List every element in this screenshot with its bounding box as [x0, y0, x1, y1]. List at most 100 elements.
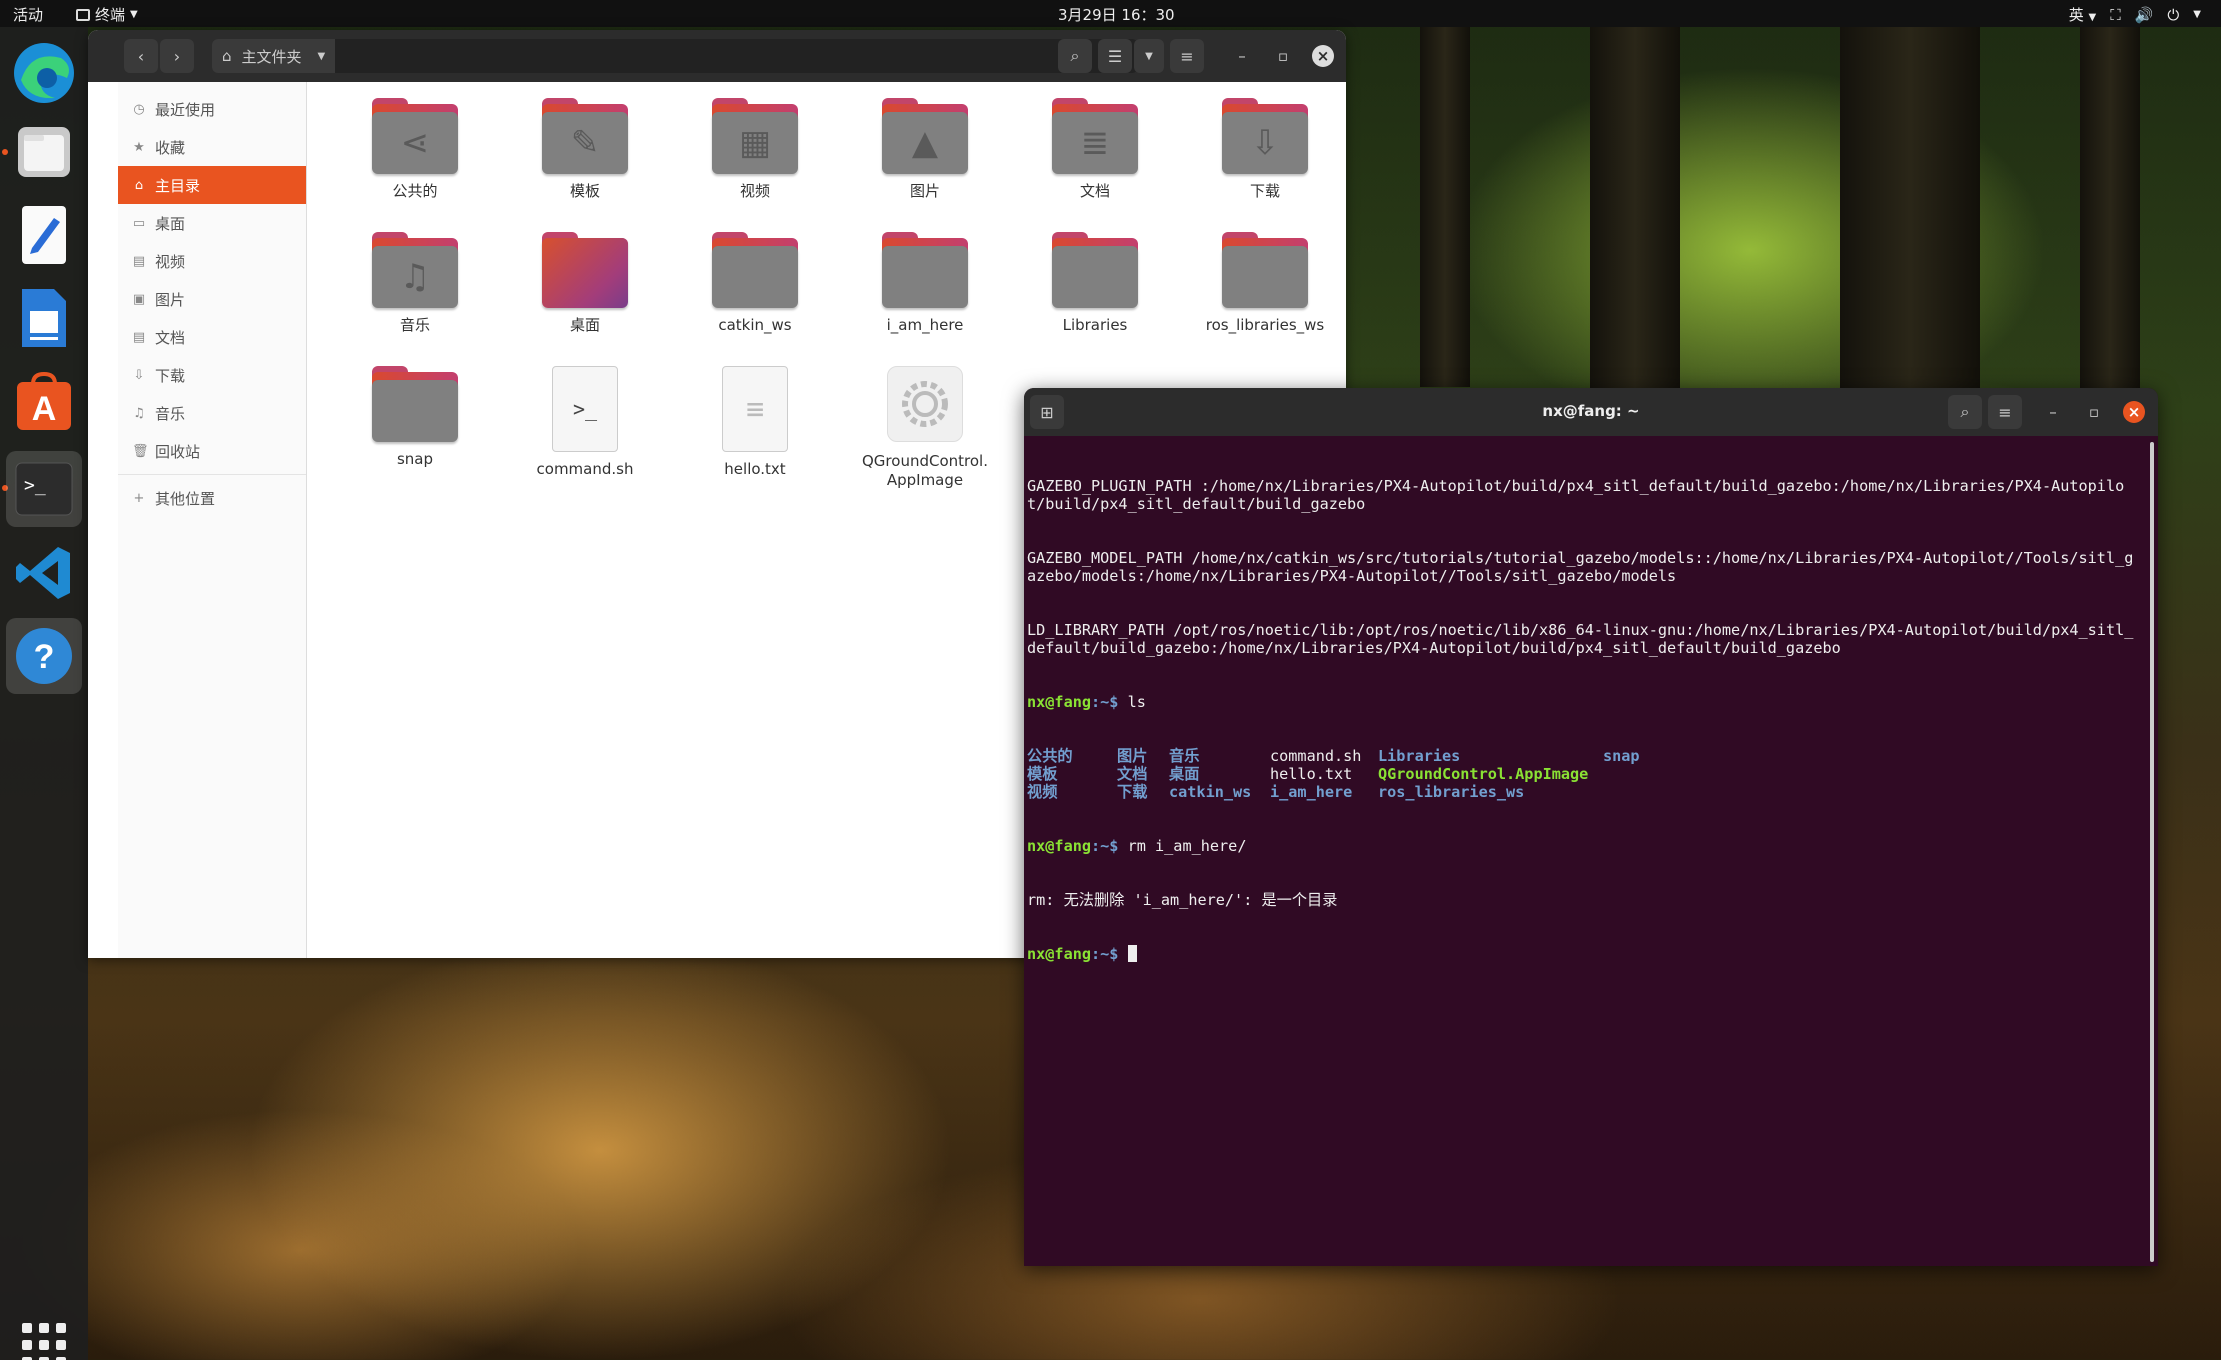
power-icon[interactable]: ⏻ — [2167, 6, 2179, 24]
back-button[interactable]: ‹ — [124, 39, 158, 73]
file-item[interactable]: Libraries — [1015, 232, 1175, 335]
view-list-button[interactable]: ☰ — [1098, 39, 1132, 73]
chevron-down-icon[interactable]: ▼ — [318, 51, 326, 62]
ls-entry: catkin_ws — [1169, 783, 1252, 801]
edge-icon[interactable] — [6, 35, 82, 111]
volume-icon[interactable]: 🔊 — [2135, 6, 2154, 24]
command-text: rm i_am_here/ — [1127, 837, 1247, 855]
search-button[interactable]: ⌕ — [1058, 39, 1092, 73]
file-item[interactable]: ≣ 文档 — [1015, 98, 1175, 201]
file-item-label: catkin_ws — [718, 316, 792, 334]
text-file-icon: ≡ — [722, 366, 788, 452]
svg-text:A: A — [32, 390, 57, 428]
file-item[interactable]: ✎ 模板 — [505, 98, 665, 201]
menu-button[interactable]: ≡ — [1170, 39, 1204, 73]
path-bar[interactable]: ⌂ 主文件夹 ▼ — [212, 39, 1138, 73]
file-item-label: 音乐 — [399, 316, 430, 334]
desktop-folder-icon — [542, 232, 628, 308]
folder-icon: ▦ — [712, 98, 798, 174]
file-item[interactable]: ros_libraries_ws — [1185, 232, 1345, 335]
home-icon: ⌂ — [134, 177, 144, 193]
terminal-menu-button[interactable]: ≡ — [1988, 395, 2022, 429]
command-text: ls — [1127, 693, 1146, 711]
sidebar-item-label: 主目录 — [155, 176, 201, 195]
help-icon[interactable]: ? — [6, 618, 82, 694]
ls-entry: 下载 — [1117, 783, 1148, 801]
sidebar-item[interactable]: ★ 收藏 — [118, 128, 306, 166]
chevron-left-icon: ‹ — [137, 46, 145, 66]
file-item[interactable]: ⇩ 下载 — [1185, 98, 1345, 201]
ls-entry: 公共的 — [1027, 747, 1073, 765]
file-item[interactable]: QGroundControl. AppImage — [845, 366, 1005, 490]
terminal-scrollbar[interactable] — [2150, 442, 2154, 1262]
file-item[interactable]: 桌面 — [505, 232, 665, 335]
terminal-icon[interactable]: >_ — [6, 451, 82, 527]
text-editor-icon[interactable] — [6, 197, 82, 273]
file-item-label: 文档 — [1079, 182, 1110, 200]
file-item[interactable]: >_ command.sh — [505, 366, 665, 479]
minimize-button[interactable]: – — [2042, 401, 2064, 423]
sidebar-item[interactable]: ▣ 图片 — [118, 280, 306, 318]
app-menu[interactable]: 终端 ▼ — [76, 4, 138, 25]
sidebar-item[interactable]: ♫ 音乐 — [118, 394, 306, 432]
star-icon: ★ — [133, 139, 145, 155]
file-item[interactable]: ≡ hello.txt — [675, 366, 835, 479]
file-item[interactable]: snap — [335, 366, 495, 469]
sidebar-item[interactable]: ▭ 桌面 — [118, 204, 306, 242]
network-icon[interactable]: ⛶ — [2110, 6, 2121, 24]
error-line: rm: 无法删除 'i_am_here/': 是一个目录 — [1027, 891, 1338, 909]
file-item[interactable]: ⋖ 公共的 — [335, 98, 495, 201]
sidebar-item[interactable]: ⌂ 主目录 — [118, 166, 306, 204]
prompt-path: :~$ — [1091, 945, 1128, 963]
file-item-label: 下载 — [1249, 182, 1280, 200]
minimize-button[interactable]: – — [1231, 45, 1253, 67]
files-icon[interactable] — [6, 114, 82, 190]
forward-button[interactable]: › — [160, 39, 194, 73]
file-item[interactable]: ♫ 音乐 — [335, 232, 495, 335]
terminal-window: ⊞ nx@fang: ~ ⌕ ≡ – ▫ × GAZEBO_PLUGIN_PAT… — [1024, 388, 2158, 1266]
download-icon: ⇩ — [133, 367, 145, 383]
prompt-user: nx@fang — [1027, 945, 1092, 963]
close-button[interactable]: × — [1312, 45, 1334, 67]
terminal-output[interactable]: GAZEBO_PLUGIN_PATH :/home/nx/Libraries/P… — [1027, 437, 2140, 1266]
maximize-button[interactable]: ▫ — [2083, 401, 2105, 423]
svg-text:>_: >_ — [24, 475, 46, 496]
wallpaper-trunk — [1590, 27, 1680, 447]
clock[interactable]: 3月29日 16：30 — [1058, 4, 1175, 25]
system-tray[interactable]: 英 ▼ ⛶ 🔊 ⏻ ▼ — [2069, 4, 2201, 25]
input-method-indicator[interactable]: 英 ▼ — [2069, 4, 2097, 25]
sidebar-item[interactable]: ▤ 视频 — [118, 242, 306, 280]
file-item-label: snap — [396, 450, 434, 468]
file-item-label: command.sh — [536, 460, 634, 478]
sidebar-item[interactable]: + 其他位置 — [118, 479, 306, 517]
file-item-label: 桌面 — [569, 316, 600, 334]
sidebar-item[interactable]: ⇩ 下载 — [118, 356, 306, 394]
sidebar-item[interactable]: ◷ 最近使用 — [118, 90, 306, 128]
sidebar-item[interactable]: ▤ 文档 — [118, 318, 306, 356]
sidebar-item-label: 其他位置 — [155, 489, 216, 508]
file-item[interactable]: ▲ 图片 — [845, 98, 1005, 201]
sidebar-item[interactable]: 🗑 回收站 — [118, 432, 306, 470]
view-options-button[interactable]: ▼ — [1134, 39, 1164, 73]
file-item[interactable]: i_am_here — [845, 232, 1005, 335]
activities-button[interactable]: 活动 — [13, 4, 43, 25]
path-segment-label: 主文件夹 — [241, 47, 302, 66]
ls-entry: 音乐 — [1169, 747, 1200, 765]
chevron-down-icon[interactable]: ▼ — [2193, 9, 2201, 20]
ls-entry: 视频 — [1027, 783, 1058, 801]
close-button[interactable]: × — [2123, 401, 2145, 423]
software-icon[interactable]: A — [6, 364, 82, 440]
search-icon: ⌕ — [1070, 46, 1080, 65]
terminal-search-button[interactable]: ⌕ — [1948, 395, 1982, 429]
ls-entry: 文档 — [1117, 765, 1148, 783]
plus-icon: + — [133, 490, 145, 506]
path-segment-home[interactable]: ⌂ 主文件夹 ▼ — [212, 39, 336, 73]
file-item-label: QGroundControl. AppImage — [862, 452, 988, 489]
file-item-label: 图片 — [909, 182, 940, 200]
maximize-button[interactable]: ▫ — [1272, 45, 1294, 67]
file-item[interactable]: catkin_ws — [675, 232, 835, 335]
vscode-icon[interactable] — [6, 535, 82, 611]
writer-icon[interactable] — [6, 280, 82, 356]
file-item[interactable]: ▦ 视频 — [675, 98, 835, 201]
show-apps-icon[interactable] — [22, 1323, 66, 1360]
